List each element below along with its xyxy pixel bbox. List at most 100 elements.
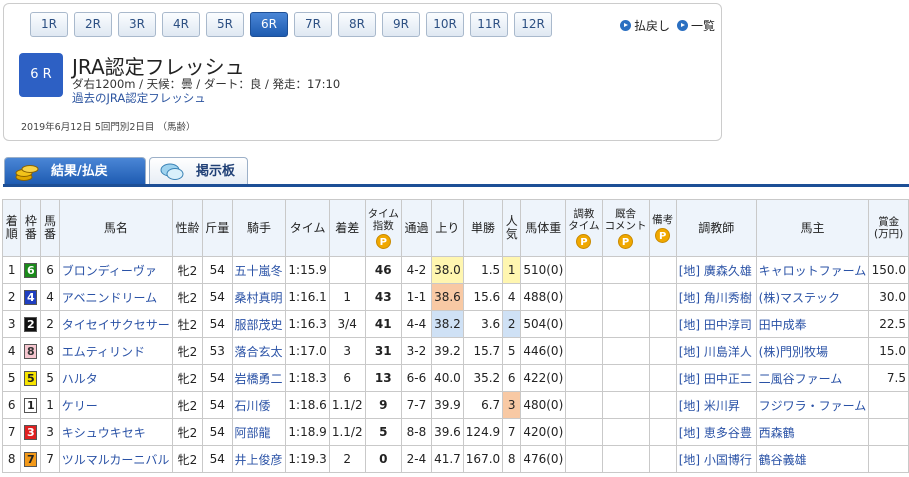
col-note: 備考 P (648, 199, 677, 257)
trainer-link[interactable]: [地] 角川秀樹 (679, 291, 752, 305)
owner-cell[interactable]: 鶴谷義雄 (755, 445, 870, 473)
race-tab-11R[interactable]: 11R (470, 12, 508, 37)
jockey-cell[interactable]: 岩橋勇二 (231, 364, 287, 392)
owner-cell[interactable]: フジワラ・ファーム (755, 391, 870, 419)
jockey-link[interactable]: 岩橋勇二 (235, 372, 283, 386)
jockey-link[interactable]: 五十嵐冬 (235, 264, 283, 278)
jockey-cell[interactable]: 落合玄太 (231, 337, 287, 365)
owner-cell[interactable]: 西森鶴 (755, 418, 870, 446)
horse-name-cell[interactable]: ハルタ (58, 364, 174, 392)
owner-link[interactable]: (株)門別牧場 (759, 345, 828, 359)
horse-name-cell[interactable]: キシュウキセキ (58, 418, 174, 446)
trainer-link[interactable]: [地] 廣森久雄 (679, 264, 752, 278)
jockey-cell[interactable]: 五十嵐冬 (231, 256, 287, 284)
horse-name-cell[interactable]: ブロンディーヴァ (58, 256, 174, 284)
index-cell: 31 (364, 337, 402, 365)
jockey-link[interactable]: 服部茂史 (235, 318, 283, 332)
jockey-link[interactable]: 落合玄太 (235, 345, 283, 359)
horse-name-link[interactable]: キシュウキセキ (62, 426, 146, 440)
tab-board[interactable]: 掲示板 (149, 157, 248, 185)
trainer-link[interactable]: [地] 米川昇 (679, 399, 740, 413)
rank-cell: 5 (1, 364, 22, 392)
jockey-cell[interactable]: 服部茂史 (231, 310, 287, 338)
note-cell (648, 283, 677, 311)
prize-cell (868, 445, 909, 473)
horse-name-link[interactable]: アベニンドリーム (62, 291, 157, 305)
trainer-cell[interactable]: [地] 田中淳司 (675, 310, 757, 338)
trainer-cell[interactable]: [地] 川島洋人 (675, 337, 757, 365)
list-link[interactable]: 一覧 (677, 17, 715, 34)
prize-cell: 22.5 (868, 310, 909, 338)
horse-name-link[interactable]: ケリー (62, 399, 98, 413)
jockey-cell[interactable]: 桑村真明 (231, 283, 287, 311)
race-tab-10R[interactable]: 10R (426, 12, 464, 37)
owner-cell[interactable]: キャロットファーム (755, 256, 870, 284)
trainer-link[interactable]: [地] 田中淳司 (679, 318, 752, 332)
tab-results[interactable]: 結果/払戻 (4, 157, 146, 185)
trainer-cell[interactable]: [地] 小国博行 (675, 445, 757, 473)
sexage-cell: 牝2 (172, 256, 203, 284)
horse-name-cell[interactable]: アベニンドリーム (58, 283, 174, 311)
race-tab-12R[interactable]: 12R (514, 12, 552, 37)
horse-name-link[interactable]: タイセイサクセサー (62, 318, 170, 332)
owner-cell[interactable]: 田中成奉 (755, 310, 870, 338)
owner-link[interactable]: フジワラ・ファーム (759, 399, 867, 413)
horse-name-cell[interactable]: エムティリンド (58, 337, 174, 365)
horse-name-link[interactable]: ハルタ (62, 372, 98, 386)
list-label[interactable]: 一覧 (691, 17, 715, 34)
race-tab-2R[interactable]: 2R (74, 12, 112, 37)
race-tab-4R[interactable]: 4R (162, 12, 200, 37)
owner-link[interactable]: 鶴谷義雄 (759, 453, 807, 467)
race-tab-8R[interactable]: 8R (338, 12, 376, 37)
trainer-link[interactable]: [地] 恵多谷豊 (679, 426, 752, 440)
owner-link[interactable]: 西森鶴 (759, 426, 795, 440)
col-body: 馬体重 (520, 199, 567, 257)
jockey-cell[interactable]: 石川倭 (231, 391, 287, 419)
trainer-cell[interactable]: [地] 田中正二 (675, 364, 757, 392)
race-tab-3R[interactable]: 3R (118, 12, 156, 37)
trainer-link[interactable]: [地] 田中正二 (679, 372, 752, 386)
jockey-link[interactable]: 阿部龍 (235, 426, 271, 440)
owner-link[interactable]: 二風谷ファーム (759, 372, 843, 386)
owner-cell[interactable]: (株)マステック (755, 283, 870, 311)
odds-cell: 6.7 (462, 391, 504, 419)
trainer-cell[interactable]: [地] 角川秀樹 (675, 283, 757, 311)
race-tab-9R[interactable]: 9R (382, 12, 420, 37)
trainer-cell[interactable]: [地] 恵多谷豊 (675, 418, 757, 446)
owner-cell[interactable]: 二風谷ファーム (755, 364, 870, 392)
jockey-link[interactable]: 桑村真明 (235, 291, 283, 305)
jockey-link[interactable]: 石川倭 (235, 399, 271, 413)
tab-results-label[interactable]: 結果/払戻 (51, 158, 108, 185)
horse-name-cell[interactable]: ツルマルカーニバル (58, 445, 174, 473)
col-prize: 賞金 (万円) (868, 199, 909, 257)
horse-name-link[interactable]: エムティリンド (62, 345, 145, 359)
race-tab-6R[interactable]: 6R (250, 12, 288, 37)
owner-link[interactable]: 田中成奉 (759, 318, 807, 332)
owner-link[interactable]: キャロットファーム (759, 264, 867, 278)
trainer-link[interactable]: [地] 小国博行 (679, 453, 752, 467)
jockey-cell[interactable]: 阿部龍 (231, 418, 287, 446)
umaban-cell: 5 (40, 364, 60, 392)
owner-link[interactable]: (株)マステック (759, 291, 840, 305)
jockey-cell[interactable]: 井上俊彦 (231, 445, 287, 473)
horse-name-cell[interactable]: タイセイサクセサー (58, 310, 174, 338)
back-label[interactable]: 払戻し (634, 17, 670, 34)
owner-cell[interactable]: (株)門別牧場 (755, 337, 870, 365)
back-link[interactable]: 払戻し (620, 17, 670, 34)
past-races-link[interactable]: 過去のJRA認定フレッシュ (72, 90, 206, 106)
prize-cell (868, 418, 909, 446)
race-tab-1R[interactable]: 1R (30, 12, 68, 37)
trainer-link[interactable]: [地] 川島洋人 (679, 345, 752, 359)
race-tab-5R[interactable]: 5R (206, 12, 244, 37)
horse-name-link[interactable]: ブロンディーヴァ (62, 264, 157, 278)
horse-name-cell[interactable]: ケリー (58, 391, 174, 419)
col-trainer: 調教師 (675, 199, 757, 257)
trainer-cell[interactable]: [地] 米川昇 (675, 391, 757, 419)
horse-name-link[interactable]: ツルマルカーニバル (62, 453, 170, 467)
tab-board-label[interactable]: 掲示板 (196, 158, 235, 185)
jockey-link[interactable]: 井上俊彦 (235, 453, 283, 467)
prize-cell: 7.5 (868, 364, 909, 392)
race-tab-7R[interactable]: 7R (294, 12, 332, 37)
trainer-cell[interactable]: [地] 廣森久雄 (675, 256, 757, 284)
stable-comment-cell (601, 445, 650, 473)
